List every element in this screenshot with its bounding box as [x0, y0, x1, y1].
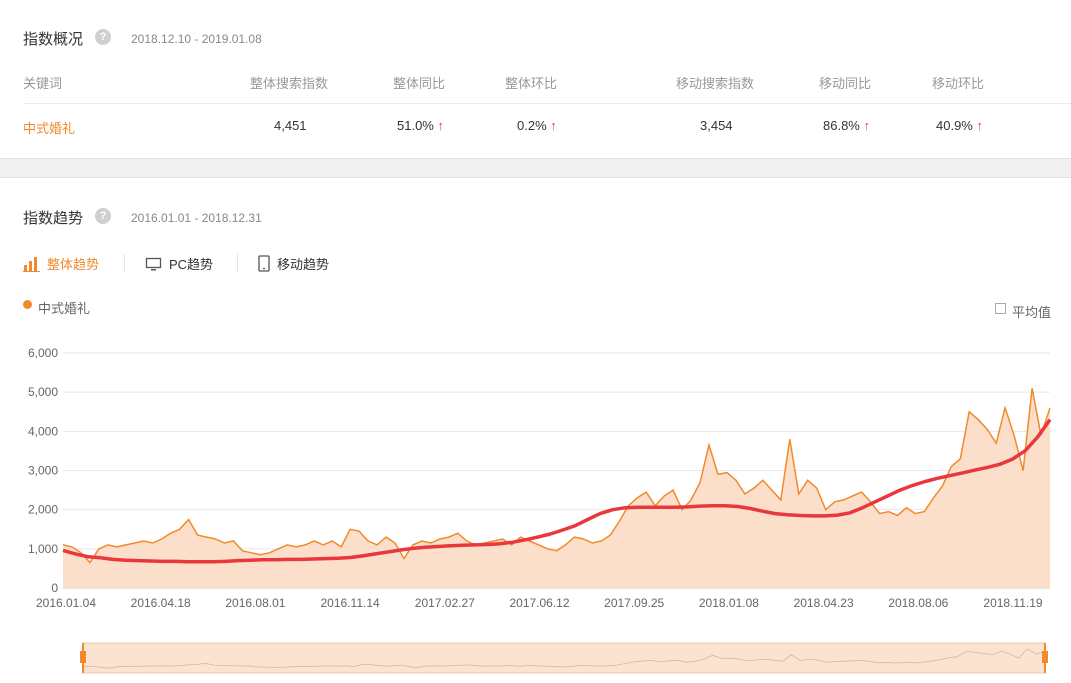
y-tick-label: 0	[51, 581, 58, 595]
y-tick-label: 6,000	[28, 346, 58, 360]
y-tick-label: 5,000	[28, 385, 58, 399]
x-tick-label: 2018.11.19	[983, 596, 1042, 610]
x-tick-label: 2016.08.01	[225, 596, 285, 610]
y-tick-label: 3,000	[28, 464, 58, 478]
y-tick-label: 4,000	[28, 424, 58, 438]
x-tick-label: 2018.01.08	[699, 596, 759, 610]
x-tick-label: 2018.04.23	[794, 596, 854, 610]
x-tick-label: 2017.09.25	[604, 596, 664, 610]
x-tick-label: 2018.08.06	[888, 596, 948, 610]
y-tick-label: 2,000	[28, 503, 58, 517]
range-navigator[interactable]	[82, 642, 1046, 674]
x-tick-label: 2017.02.27	[415, 596, 475, 610]
x-tick-label: 2016.01.04	[36, 596, 96, 610]
x-tick-label: 2017.06.12	[509, 596, 569, 610]
x-tick-label: 2016.04.18	[131, 596, 191, 610]
trend-chart: 0 1,000 2,000 3,000 4,000 5,000 6,000 2016.01.…	[28, 346, 1052, 674]
y-tick-label: 1,000	[28, 542, 58, 556]
x-tick-label: 2016.11.14	[321, 596, 380, 610]
